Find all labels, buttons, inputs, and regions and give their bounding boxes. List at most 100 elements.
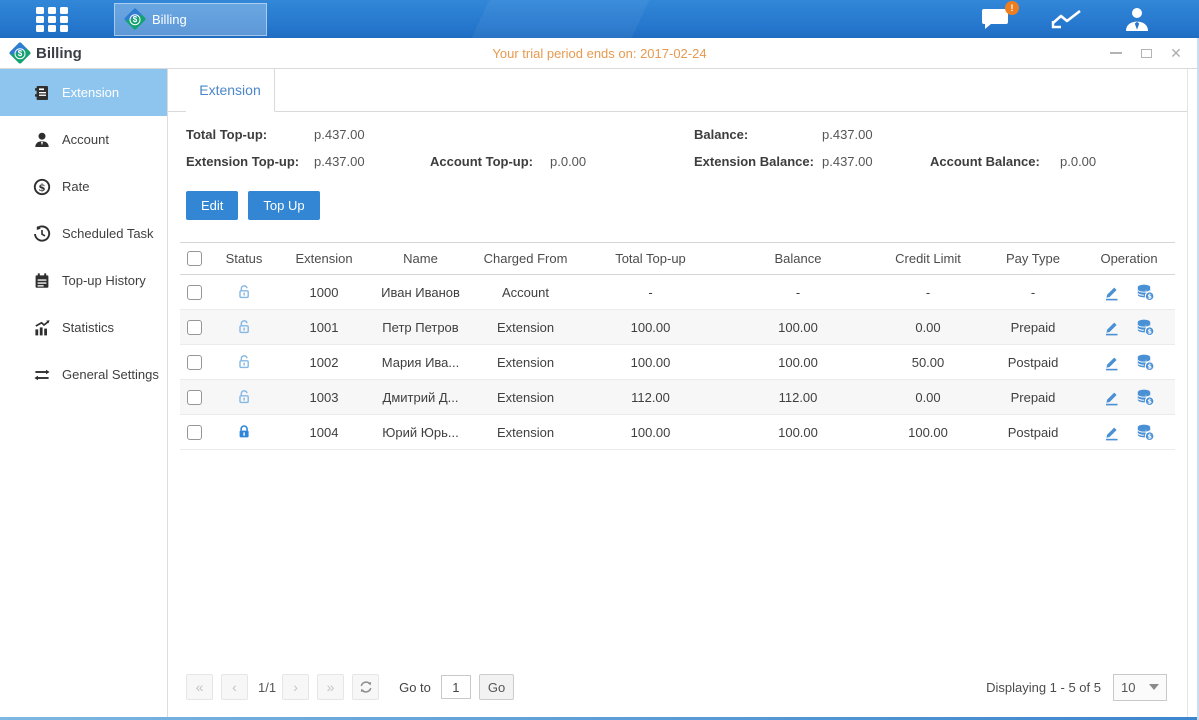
- cell-pay-type: Prepaid: [983, 390, 1083, 405]
- cell-name: Петр Петров: [368, 320, 473, 335]
- sidebar-item-label: Top-up History: [62, 273, 146, 288]
- sidebar-item-label: Account: [62, 132, 109, 147]
- window-titlebar: $ Billing Your trial period ends on: 201…: [0, 38, 1199, 69]
- col-credit-limit: Credit Limit: [873, 251, 983, 266]
- cell-pay-type: Postpaid: [983, 355, 1083, 370]
- extension-topup-value: p.437.00: [314, 154, 430, 169]
- edit-pencil-icon[interactable]: [1103, 319, 1120, 336]
- cell-name: Мария Ива...: [368, 355, 473, 370]
- sidebar-item-label: General Settings: [62, 367, 159, 382]
- edit-pencil-icon[interactable]: [1103, 354, 1120, 371]
- cell-balance: 100.00: [723, 425, 873, 440]
- taskbar-tab-billing[interactable]: $ Billing: [114, 3, 267, 36]
- col-operation: Operation: [1083, 251, 1175, 266]
- top-up-button[interactable]: Top Up: [248, 191, 319, 220]
- col-extension: Extension: [280, 251, 368, 266]
- close-button[interactable]: ✕: [1169, 46, 1183, 60]
- chevron-down-icon: [1149, 684, 1159, 690]
- cell-credit-limit: 50.00: [873, 355, 983, 370]
- row-checkbox[interactable]: [187, 320, 202, 335]
- cell-pay-type: Prepaid: [983, 320, 1083, 335]
- goto-page-input[interactable]: [441, 675, 471, 699]
- sidebar-item-scheduled-task[interactable]: Scheduled Task: [0, 210, 167, 257]
- top-up-coins-icon[interactable]: $: [1136, 319, 1155, 336]
- row-checkbox[interactable]: [187, 285, 202, 300]
- user-account-icon[interactable]: [1123, 6, 1151, 32]
- cell-balance: -: [723, 285, 873, 300]
- sidebar-item-topup-history[interactable]: Top-up History: [0, 257, 167, 304]
- sidebar-item-label: Rate: [62, 179, 89, 194]
- cell-total-topup: 100.00: [578, 320, 723, 335]
- lock-status-icon: [236, 389, 252, 405]
- top-up-coins-icon[interactable]: $: [1136, 424, 1155, 441]
- sidebar-item-account[interactable]: Account: [0, 116, 167, 163]
- col-charged-from: Charged From: [473, 251, 578, 266]
- col-balance: Balance: [723, 251, 873, 266]
- tab-extension[interactable]: Extension: [186, 69, 275, 112]
- taskbar: $ Billing !: [0, 0, 1199, 38]
- notifications-icon[interactable]: !: [981, 7, 1011, 31]
- apps-grid-icon[interactable]: [32, 6, 72, 32]
- extension-balance-label: Extension Balance:: [694, 154, 822, 169]
- sidebar-item-icon: [33, 131, 51, 149]
- row-checkbox[interactable]: [187, 425, 202, 440]
- cell-name: Юрий Юрь...: [368, 425, 473, 440]
- edit-button[interactable]: Edit: [186, 191, 238, 220]
- cell-charged-from: Extension: [473, 390, 578, 405]
- cell-extension: 1003: [280, 390, 368, 405]
- billing-app-icon: $: [124, 8, 147, 31]
- svg-text:$: $: [1147, 327, 1152, 335]
- svg-text:$: $: [1147, 292, 1152, 300]
- select-all-checkbox[interactable]: [187, 251, 202, 266]
- row-checkbox[interactable]: [187, 355, 202, 370]
- sidebar-item-statistics[interactable]: Statistics: [0, 304, 167, 351]
- cell-extension: 1001: [280, 320, 368, 335]
- main-content: Extension Total Top-up: p.437.00 Balance…: [168, 69, 1188, 717]
- extension-balance-value: p.437.00: [822, 154, 930, 169]
- last-page-button[interactable]: »: [317, 674, 344, 700]
- top-up-coins-icon[interactable]: $: [1136, 389, 1155, 406]
- sidebar-item-icon: [33, 319, 51, 337]
- cell-total-topup: 100.00: [578, 355, 723, 370]
- page-size-select[interactable]: 10: [1113, 674, 1167, 701]
- goto-label: Go to: [399, 680, 431, 695]
- maximize-button[interactable]: [1139, 46, 1153, 60]
- cell-balance: 100.00: [723, 355, 873, 370]
- cell-balance: 100.00: [723, 320, 873, 335]
- total-topup-value: p.437.00: [314, 127, 430, 142]
- lock-status-icon: [236, 284, 252, 300]
- billing-window-icon: $: [9, 42, 32, 65]
- sidebar-item-general-settings[interactable]: General Settings: [0, 351, 167, 398]
- total-topup-label: Total Top-up:: [186, 127, 314, 142]
- col-status: Status: [208, 251, 280, 266]
- col-pay-type: Pay Type: [983, 251, 1083, 266]
- minimize-button[interactable]: [1109, 46, 1123, 60]
- cell-credit-limit: 0.00: [873, 390, 983, 405]
- edit-pencil-icon[interactable]: [1103, 389, 1120, 406]
- first-page-button[interactable]: «: [186, 674, 213, 700]
- sidebar-item-extension[interactable]: Extension: [0, 69, 167, 116]
- account-balance-label: Account Balance:: [930, 154, 1060, 169]
- row-checkbox[interactable]: [187, 390, 202, 405]
- lock-status-icon: [236, 319, 252, 335]
- table-header: Status Extension Name Charged From Total…: [180, 242, 1175, 275]
- cell-charged-from: Extension: [473, 355, 578, 370]
- window-title-text: Billing: [36, 45, 82, 62]
- prev-page-button[interactable]: ‹: [221, 674, 248, 700]
- sidebar-item-rate[interactable]: $ Rate: [0, 163, 167, 210]
- lock-status-icon: [236, 354, 252, 370]
- edit-pencil-icon[interactable]: [1103, 284, 1120, 301]
- cell-extension: 1000: [280, 285, 368, 300]
- reports-chart-icon[interactable]: [1051, 7, 1083, 31]
- table-row: 1002 Мария Ива... Extension 100.00 100.0…: [180, 345, 1175, 380]
- top-up-coins-icon[interactable]: $: [1136, 354, 1155, 371]
- refresh-button[interactable]: [352, 674, 379, 700]
- next-page-button[interactable]: ›: [282, 674, 309, 700]
- top-up-coins-icon[interactable]: $: [1136, 284, 1155, 301]
- tab-strip: Extension: [168, 69, 1187, 112]
- displaying-text: Displaying 1 - 5 of 5: [986, 680, 1101, 695]
- go-button[interactable]: Go: [479, 674, 514, 700]
- balance-label: Balance:: [694, 127, 822, 142]
- edit-pencil-icon[interactable]: [1103, 424, 1120, 441]
- svg-text:$: $: [1147, 432, 1152, 440]
